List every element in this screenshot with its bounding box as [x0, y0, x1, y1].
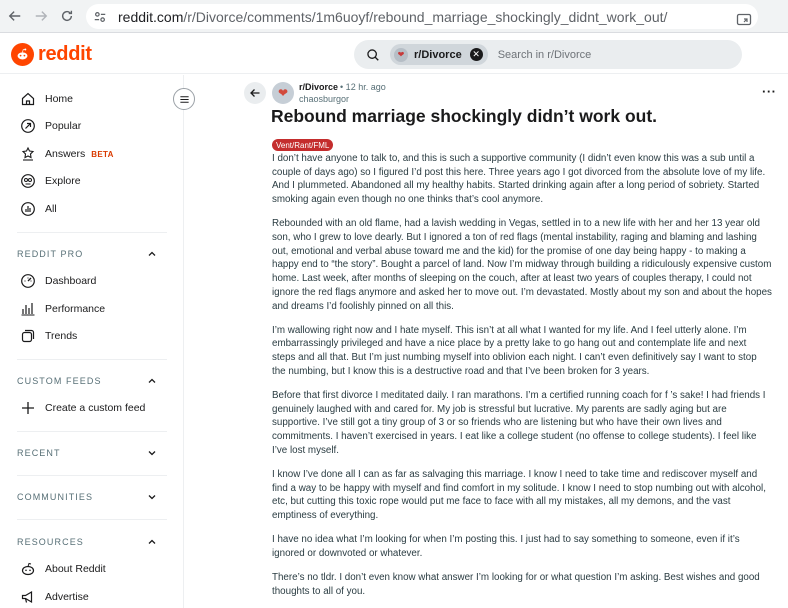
- sidebar-item-advertise[interactable]: Advertise: [20, 587, 89, 607]
- reload-icon[interactable]: [56, 5, 78, 27]
- search-bar[interactable]: ❤ r/Divorce ✕ Search in r/Divorce: [354, 40, 742, 69]
- chip-close-icon[interactable]: ✕: [469, 48, 483, 61]
- sidebar-item-label: Popular: [45, 120, 82, 132]
- post-paragraph: I know I’ve done all I can as far as sal…: [272, 469, 766, 522]
- answers-icon: [20, 146, 36, 162]
- post-flair[interactable]: Vent/Rant/FML: [272, 139, 334, 151]
- chevron-down-icon: [148, 451, 156, 456]
- sidebar-item-all[interactable]: All: [20, 199, 57, 219]
- menu-icon: [179, 95, 189, 103]
- section-title: RESOURCES: [17, 537, 84, 547]
- popular-icon: [20, 118, 36, 134]
- site-settings-icon[interactable]: [92, 9, 108, 25]
- subreddit-avatar-icon[interactable]: ❤: [272, 82, 294, 104]
- collapse-sidebar-button[interactable]: [173, 88, 195, 110]
- trends-icon: [20, 328, 36, 344]
- reddit-snoo-icon: [11, 43, 34, 66]
- author-link[interactable]: chaosburgor: [299, 94, 386, 104]
- sidebar-item-label: About Reddit: [45, 563, 106, 575]
- sidebar-item-label: Answers: [45, 148, 86, 160]
- sidebar-item-performance[interactable]: Performance: [20, 299, 105, 319]
- browser-toolbar: reddit.com/r/Divorce/comments/1m6uoyf/re…: [0, 0, 788, 33]
- post-paragraph: There’s no tldr. I don’t even know what …: [272, 572, 760, 597]
- section-header-resources[interactable]: RESOURCES: [17, 534, 157, 550]
- all-icon: [20, 201, 36, 217]
- home-icon: [20, 91, 36, 107]
- sidebar-item-label: Home: [45, 93, 74, 105]
- more-options-icon[interactable]: ···: [762, 84, 777, 99]
- sidebar-item-label: All: [45, 203, 57, 215]
- section-title: REDDIT PRO: [17, 249, 84, 259]
- post-paragraph: Rebounded with an old flame, had a lavis…: [272, 218, 772, 312]
- explore-icon: [20, 173, 36, 189]
- cast-icon[interactable]: [736, 12, 752, 28]
- post-paragraph: I’m wallowing right now and I hate mysel…: [272, 324, 757, 377]
- sidebar-item-label: Explore: [45, 175, 81, 187]
- sidebar-divider: [17, 232, 167, 233]
- sidebar-item-label: Trends: [45, 330, 78, 342]
- section-header-custom-feeds[interactable]: CUSTOM FEEDS: [17, 373, 157, 389]
- sidebar-item-popular[interactable]: Popular: [20, 116, 81, 136]
- logo-wordmark: reddit: [38, 43, 92, 65]
- post-body: I don’t have anyone to talk to, and this…: [272, 152, 772, 608]
- sidebar-divider: [17, 431, 167, 432]
- sidebar-item-label: Advertise: [45, 591, 89, 603]
- back-button[interactable]: [244, 82, 266, 104]
- sidebar-item-trends[interactable]: Trends: [20, 326, 77, 346]
- address-bar[interactable]: reddit.com/r/Divorce/comments/1m6uoyf/re…: [86, 4, 758, 29]
- site-header: reddit ❤ r/Divorce ✕ Search in r/Divorce: [0, 34, 788, 74]
- sidebar-item-label: Performance: [45, 303, 106, 315]
- sidebar-item-label: Create a custom feed: [45, 402, 146, 414]
- reddit-logo[interactable]: reddit: [11, 43, 92, 66]
- post-paragraph: I have no idea what I’m looking for when…: [272, 534, 740, 560]
- sidebar-divider: [17, 475, 167, 476]
- section-header-recent[interactable]: RECENT: [17, 445, 157, 461]
- back-arrow-icon[interactable]: [4, 5, 26, 27]
- post-paragraph: Before that first divorce I meditated da…: [272, 390, 766, 456]
- sidebar-item-label: Dashboard: [45, 275, 97, 287]
- section-header-communities[interactable]: COMMUNITIES: [17, 489, 157, 505]
- section-header-reddit-pro[interactable]: REDDIT PRO: [17, 246, 157, 262]
- subreddit-link[interactable]: r/Divorce: [299, 82, 338, 92]
- advertise-icon: [20, 589, 36, 605]
- dashboard-icon: [20, 273, 36, 289]
- sidebar-item-about-reddit[interactable]: About Reddit: [20, 559, 106, 579]
- section-title: RECENT: [17, 448, 61, 458]
- beta-badge: BETA: [91, 149, 114, 159]
- arrow-left-icon: [250, 89, 260, 97]
- chip-label: r/Divorce: [414, 48, 462, 61]
- section-title: COMMUNITIES: [17, 492, 94, 502]
- chevron-up-icon: [148, 378, 156, 383]
- url-text: reddit.com/r/Divorce/comments/1m6uoyf/re…: [118, 8, 668, 25]
- search-input[interactable]: Search in r/Divorce: [498, 49, 592, 61]
- reddit-icon: [20, 561, 36, 577]
- sidebar-divider: [17, 359, 167, 360]
- subreddit-search-chip[interactable]: ❤ r/Divorce ✕: [390, 44, 488, 65]
- performance-icon: [20, 301, 36, 317]
- post-timestamp: • 12 hr. ago: [340, 82, 386, 92]
- post-meta: r/Divorce • 12 hr. ago chaosburgor: [299, 82, 386, 104]
- search-icon: [366, 48, 380, 62]
- forward-arrow-icon[interactable]: [30, 5, 52, 27]
- post-title: Rebound marriage shockingly didn’t work …: [271, 106, 658, 126]
- section-title: CUSTOM FEEDS: [17, 376, 102, 386]
- chevron-down-icon: [148, 495, 156, 500]
- post-paragraph: I don’t have anyone to talk to, and this…: [272, 153, 766, 206]
- subreddit-avatar-icon: ❤: [394, 47, 408, 62]
- sidebar-item-create-custom-feed[interactable]: Create a custom feed: [20, 398, 145, 418]
- sidebar-item-dashboard[interactable]: Dashboard: [20, 271, 96, 291]
- plus-icon: [20, 400, 36, 416]
- sidebar-item-home[interactable]: Home: [20, 89, 73, 109]
- sidebar-item-answers[interactable]: Answers BETA: [20, 144, 114, 164]
- sidebar-item-explore[interactable]: Explore: [20, 171, 81, 191]
- chevron-up-icon: [148, 251, 156, 256]
- chevron-up-icon: [148, 539, 156, 544]
- sidebar-divider: [17, 519, 167, 520]
